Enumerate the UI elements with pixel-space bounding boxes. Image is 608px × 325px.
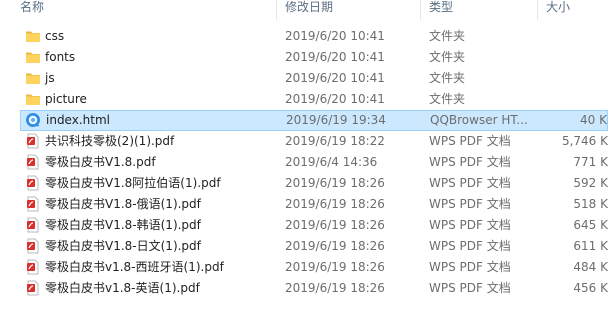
file-date: 2019/6/19 19:34 <box>286 113 386 127</box>
file-date: 2019/6/20 10:41 <box>285 71 385 85</box>
column-header-type[interactable]: 类型 <box>429 0 453 20</box>
file-name: 零极白皮书V1.8.pdf <box>45 155 156 169</box>
file-name: fonts <box>45 50 76 64</box>
file-date: 2019/6/20 10:41 <box>285 29 385 43</box>
file-name: 零极白皮书v1.8-西班牙语(1).pdf <box>45 260 224 274</box>
file-row[interactable]: fonts 2019/6/20 10:41 文件夹 <box>20 47 608 68</box>
file-type: 文件夹 <box>429 92 466 106</box>
file-type: 文件夹 <box>429 29 466 43</box>
file-date: 2019/6/20 10:41 <box>285 50 385 64</box>
pdf-icon <box>25 259 41 275</box>
file-row[interactable]: 零极白皮书V1.8阿拉伯语(1).pdf 2019/6/19 18:26 WPS P… <box>20 173 608 194</box>
file-size: 484 K <box>573 260 608 274</box>
column-divider[interactable] <box>537 0 538 20</box>
column-header-name[interactable]: 名称 <box>20 0 44 20</box>
file-name: 零极白皮书V1.8-俄语(1).pdf <box>45 197 201 211</box>
pdf-icon <box>25 238 41 254</box>
file-size: 456 K <box>573 281 608 295</box>
file-size: 771 K <box>573 155 608 169</box>
file-row[interactable]: 零极白皮书V1.8-韩语(1).pdf 2019/6/19 18:26 WPS PD… <box>20 215 608 236</box>
column-header-date[interactable]: 修改日期 <box>285 0 333 20</box>
file-date: 2019/6/19 18:26 <box>285 281 385 295</box>
file-row[interactable]: 零极白皮书V1.8-俄语(1).pdf 2019/6/19 18:26 WPS PD… <box>20 194 608 215</box>
file-row[interactable]: js 2019/6/20 10:41 文件夹 <box>20 68 608 89</box>
file-row[interactable]: 零极白皮书v1.8-西班牙语(1).pdf 2019/6/19 18:26 WPS … <box>20 257 608 278</box>
file-size: 40 K <box>580 113 607 127</box>
file-type: WPS PDF 文档 <box>429 281 511 295</box>
file-type: WPS PDF 文档 <box>429 197 511 211</box>
file-name: index.html <box>46 113 110 127</box>
column-header-size[interactable]: 大小 <box>546 0 570 20</box>
file-size: 518 K <box>573 197 608 211</box>
pdf-icon <box>25 217 41 233</box>
column-divider[interactable] <box>276 0 277 20</box>
file-row[interactable]: 零极白皮书V1.8.pdf 2019/6/4 14:36 WPS PDF 文档 771… <box>20 152 608 173</box>
file-type: WPS PDF 文档 <box>429 176 511 190</box>
file-row[interactable]: picture 2019/6/20 10:41 文件夹 <box>20 89 608 110</box>
file-row[interactable]: css 2019/6/20 10:41 文件夹 <box>20 26 608 47</box>
file-type: QQBrowser HT... <box>430 113 528 127</box>
file-name: 零极白皮书V1.8-韩语(1).pdf <box>45 218 201 232</box>
file-date: 2019/6/19 18:26 <box>285 260 385 274</box>
file-date: 2019/6/19 18:22 <box>285 134 385 148</box>
file-type: 文件夹 <box>429 71 466 85</box>
file-name: 零极白皮书V1.8-日文(1).pdf <box>45 239 201 253</box>
pdf-icon <box>25 280 41 296</box>
file-size: 645 K <box>573 218 608 232</box>
qqbrowser-html-icon <box>25 112 41 128</box>
file-date: 2019/6/19 18:26 <box>285 197 385 211</box>
file-type: WPS PDF 文档 <box>429 239 511 253</box>
file-type: 文件夹 <box>429 50 466 64</box>
folder-icon <box>25 28 41 44</box>
file-size: 611 K <box>573 239 608 253</box>
file-name: js <box>45 71 55 85</box>
file-row[interactable]: 零极白皮书V1.8-日文(1).pdf 2019/6/19 18:26 WPS PD… <box>20 236 608 257</box>
file-name: picture <box>45 92 87 106</box>
file-row[interactable]: 共识科技零极(2)(1).pdf 2019/6/19 18:22 WPS PDF 文… <box>20 131 608 152</box>
file-row[interactable]: 零极白皮书v1.8-英语(1).pdf 2019/6/19 18:26 WPS PD… <box>20 278 608 299</box>
file-row[interactable]: index.html 2019/6/19 19:34 QQBrowser HT...… <box>20 110 608 131</box>
folder-icon <box>25 49 41 65</box>
file-type: WPS PDF 文档 <box>429 155 511 169</box>
file-type: WPS PDF 文档 <box>429 260 511 274</box>
pdf-icon <box>25 154 41 170</box>
pdf-icon <box>25 175 41 191</box>
file-date: 2019/6/19 18:26 <box>285 218 385 232</box>
file-name: 零极白皮书V1.8阿拉伯语(1).pdf <box>45 176 221 190</box>
folder-icon <box>25 91 41 107</box>
column-header-bar: 名称 修改日期 类型 大小 <box>0 0 608 20</box>
file-date: 2019/6/20 10:41 <box>285 92 385 106</box>
folder-icon <box>25 70 41 86</box>
file-size: 592 K <box>573 176 608 190</box>
file-name: css <box>45 29 65 43</box>
file-date: 2019/6/4 14:36 <box>285 155 378 169</box>
file-name: 零极白皮书v1.8-英语(1).pdf <box>45 281 200 295</box>
file-type: WPS PDF 文档 <box>429 218 511 232</box>
pdf-icon <box>25 133 41 149</box>
pdf-icon <box>25 196 41 212</box>
file-date: 2019/6/19 18:26 <box>285 176 385 190</box>
file-size: 5,746 K <box>561 134 608 148</box>
column-divider[interactable] <box>420 0 421 20</box>
file-name: 共识科技零极(2)(1).pdf <box>45 134 175 148</box>
file-type: WPS PDF 文档 <box>429 134 511 148</box>
file-date: 2019/6/19 18:26 <box>285 239 385 253</box>
